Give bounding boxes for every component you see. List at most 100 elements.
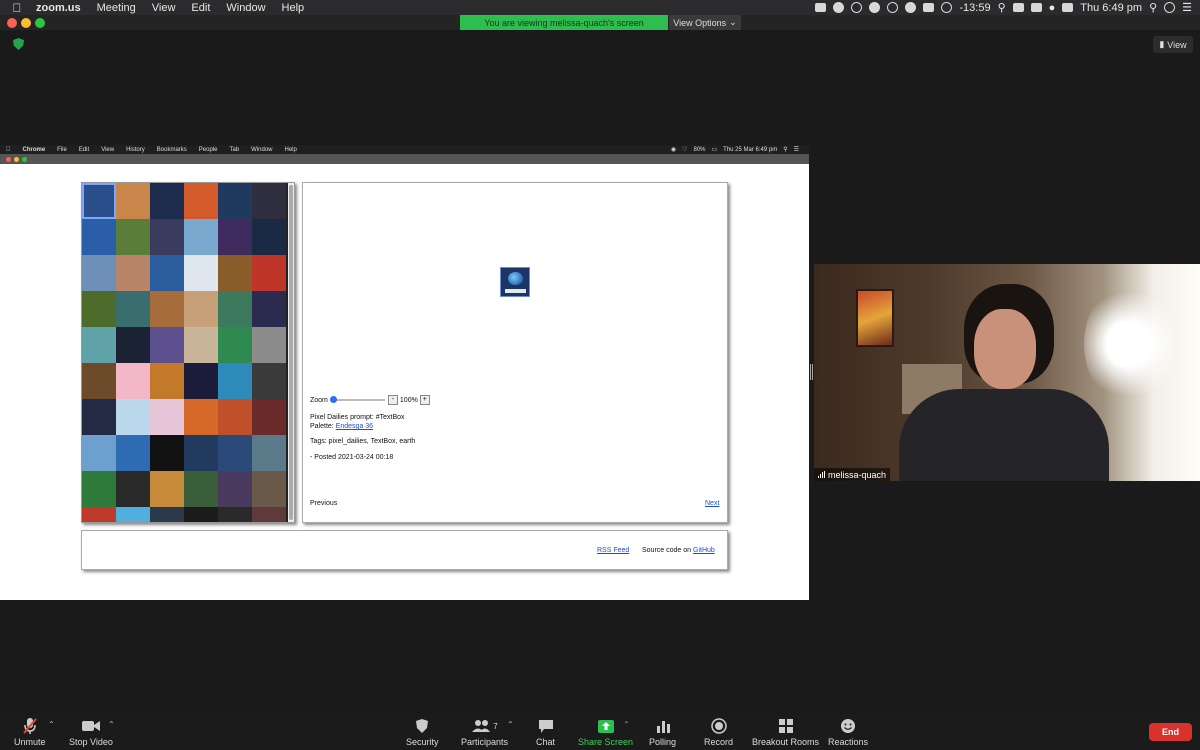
chat-button[interactable]: Chat bbox=[536, 717, 555, 747]
zoom-tray-icon[interactable] bbox=[815, 3, 827, 12]
gallery-thumbnail bbox=[150, 471, 184, 507]
view-button[interactable]: ▮ View bbox=[1153, 36, 1193, 53]
breakout-rooms-icon bbox=[778, 717, 794, 735]
gallery-thumbnail bbox=[252, 291, 286, 327]
participants-options-chevron-icon[interactable]: ⌃ bbox=[507, 720, 514, 729]
shared-status-tray: ◉ ♡ 80% ▭ Thu 25 Mar 6:49 pm ⚲ ☰ bbox=[671, 145, 799, 154]
polling-button[interactable]: Polling bbox=[649, 717, 676, 747]
end-meeting-button[interactable]: End bbox=[1149, 723, 1192, 741]
spotlight-icon[interactable]: ⚲ bbox=[1149, 1, 1157, 14]
participants-button[interactable]: 7 Participants bbox=[461, 717, 508, 747]
gallery-thumbnail bbox=[184, 219, 218, 255]
source-code-label: Source code on bbox=[642, 547, 692, 554]
gallery-thumbnail bbox=[218, 255, 252, 291]
video-camera-icon bbox=[81, 717, 101, 735]
stop-video-button[interactable]: Stop Video bbox=[69, 717, 113, 747]
info-icon[interactable] bbox=[887, 2, 899, 13]
record-button[interactable]: Record bbox=[704, 717, 733, 747]
menu-edit[interactable]: Edit bbox=[183, 2, 218, 14]
airplay-icon[interactable] bbox=[1012, 3, 1024, 12]
view-options-button[interactable]: View Options ⌄ bbox=[669, 15, 741, 30]
close-window-button[interactable] bbox=[7, 18, 17, 28]
breakout-rooms-button[interactable]: Breakout Rooms bbox=[752, 717, 819, 747]
gallery-grid bbox=[82, 183, 294, 522]
gallery-thumbnail bbox=[116, 399, 150, 435]
unmute-label: Unmute bbox=[14, 737, 46, 747]
share-options-chevron-icon[interactable]: ⌃ bbox=[623, 720, 630, 729]
tray-icon[interactable] bbox=[851, 2, 863, 13]
control-center-icon[interactable]: ☰ bbox=[1182, 1, 1192, 14]
menu-help[interactable]: Help bbox=[274, 2, 313, 14]
gallery-thumbnail bbox=[218, 183, 252, 219]
unmute-button[interactable]: Unmute bbox=[14, 717, 46, 747]
chevron-down-icon: ⌄ bbox=[729, 17, 737, 27]
gallery-thumbnail bbox=[82, 255, 116, 291]
shield-tray-icon[interactable] bbox=[923, 3, 935, 12]
gallery-thumbnail bbox=[252, 363, 286, 399]
video-options-chevron-icon[interactable]: ⌃ bbox=[108, 720, 115, 729]
audio-options-chevron-icon[interactable]: ⌃ bbox=[48, 720, 55, 729]
shared-menu-icon: ☰ bbox=[793, 147, 799, 153]
gallery-thumbnail bbox=[150, 219, 184, 255]
next-link: Next bbox=[705, 500, 720, 507]
siri-icon[interactable] bbox=[1164, 2, 1176, 13]
encryption-shield-icon[interactable] bbox=[13, 38, 24, 50]
pixel-art-gallery bbox=[81, 182, 295, 523]
shared-menu-people: People bbox=[194, 146, 218, 153]
window-light bbox=[1084, 284, 1174, 404]
participant-video-tile[interactable]: melissa-quach bbox=[814, 264, 1200, 481]
search-tray-icon[interactable]: ⚲ bbox=[998, 1, 1006, 14]
apple-icon[interactable]:  bbox=[0, 1, 34, 15]
reactions-button[interactable]: Reactions bbox=[828, 717, 868, 747]
gallery-thumbnail bbox=[252, 255, 286, 291]
zoom-label: Zoom bbox=[310, 396, 328, 404]
browser-minimize-dot bbox=[14, 157, 19, 162]
display-icon[interactable] bbox=[1030, 3, 1042, 12]
gallery-thumbnail bbox=[150, 507, 184, 522]
meeting-toolbar: Unmute ⌃ Stop Video ⌃ Security 7 Partici… bbox=[0, 714, 1200, 750]
gallery-thumbnail bbox=[150, 327, 184, 363]
wifi-icon[interactable]: ● bbox=[1049, 2, 1056, 14]
globe-icon[interactable] bbox=[905, 2, 917, 13]
github-link: GitHub bbox=[693, 547, 715, 554]
security-button[interactable]: Security bbox=[406, 717, 439, 747]
zoom-in-button: + bbox=[419, 395, 430, 405]
earth-globe-art bbox=[508, 272, 523, 285]
gallery-thumbnail bbox=[150, 363, 184, 399]
gallery-thumbnail bbox=[82, 183, 116, 219]
panel-resize-handle[interactable] bbox=[810, 364, 813, 380]
gallery-thumbnail bbox=[218, 399, 252, 435]
zoom-value: 100% bbox=[399, 396, 418, 404]
battery-icon[interactable] bbox=[1062, 3, 1074, 12]
menu-meeting[interactable]: Meeting bbox=[89, 2, 144, 14]
maximize-window-button[interactable] bbox=[35, 18, 45, 28]
menu-view[interactable]: View bbox=[144, 2, 184, 14]
shared-clock-text: Thu 25 Mar 6:49 pm bbox=[723, 146, 778, 153]
glasses-icon[interactable] bbox=[941, 2, 953, 13]
minimize-window-button[interactable] bbox=[21, 18, 31, 28]
gallery-thumbnail bbox=[116, 291, 150, 327]
app-tray-icon[interactable] bbox=[833, 2, 845, 13]
menu-window[interactable]: Window bbox=[218, 2, 273, 14]
artwork-preview bbox=[500, 267, 530, 297]
rss-feed-link: RSS Feed bbox=[597, 547, 630, 554]
shared-menu-view: View bbox=[96, 146, 114, 153]
gallery-thumbnail bbox=[252, 471, 286, 507]
clock-text[interactable]: Thu 6:49 pm bbox=[1080, 2, 1142, 14]
gallery-thumbnail bbox=[82, 507, 116, 522]
chat-bubble-icon bbox=[538, 717, 554, 735]
creative-cloud-icon[interactable] bbox=[869, 2, 881, 13]
view-button-label: View bbox=[1167, 39, 1187, 50]
stop-video-label: Stop Video bbox=[69, 737, 113, 747]
timer-text[interactable]: -13:59 bbox=[959, 2, 990, 14]
previous-link: Previous bbox=[310, 500, 338, 507]
gallery-thumbnail bbox=[218, 471, 252, 507]
gallery-thumbnail bbox=[252, 507, 286, 522]
participant-name: melissa-quach bbox=[828, 469, 887, 480]
menu-app-name[interactable]: zoom.us bbox=[34, 2, 89, 14]
gallery-thumbnail bbox=[252, 219, 286, 255]
gallery-thumbnail bbox=[116, 327, 150, 363]
shared-menu-bookmarks: Bookmarks bbox=[152, 146, 187, 153]
shared-menu-help: Help bbox=[280, 146, 297, 153]
gallery-thumbnail bbox=[150, 183, 184, 219]
